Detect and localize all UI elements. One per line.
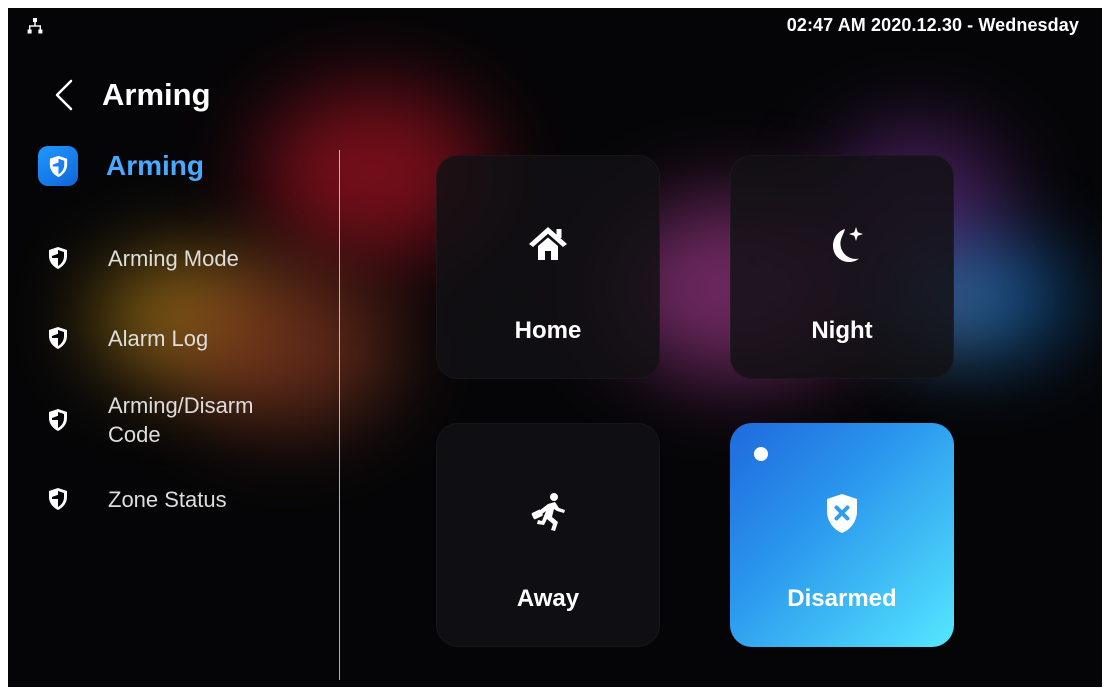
sidebar-item-label: Alarm Log xyxy=(108,325,209,351)
sidebar-item-arming-mode[interactable]: Arming Mode xyxy=(38,238,323,278)
arming-screen: 02:47 AM 2020.12.30 - Wednesday Arming A… xyxy=(8,8,1102,687)
sidebar-item-zone-status[interactable]: Zone Status xyxy=(38,479,323,519)
sidebar-item-arming-disarm-code[interactable]: Arming/Disarm Code xyxy=(38,391,323,449)
mode-home-button[interactable]: Home xyxy=(436,155,660,379)
sidebar-item-arming[interactable]: Arming xyxy=(38,146,323,186)
mode-away-button[interactable]: Away xyxy=(436,423,660,647)
mode-night-button[interactable]: Night xyxy=(730,155,954,379)
chevron-left-icon xyxy=(55,79,73,111)
mode-label: Away xyxy=(516,585,580,612)
sidebar-divider xyxy=(339,150,340,680)
shield-icon xyxy=(38,479,78,519)
moon-star-icon xyxy=(815,218,869,272)
page-title: Arming xyxy=(102,77,211,112)
sidebar-item-label: Zone Status xyxy=(108,486,227,512)
mode-label: Home xyxy=(514,317,582,344)
mode-label: Disarmed xyxy=(787,585,897,612)
shield-icon xyxy=(38,146,78,186)
back-button[interactable] xyxy=(50,78,78,112)
shield-icon xyxy=(38,400,78,440)
network-icon xyxy=(26,17,44,35)
sidebar: Arming Arming Mode Alarm Log Arming/Disa… xyxy=(38,146,323,526)
active-indicator-dot xyxy=(754,447,768,461)
house-icon xyxy=(521,218,575,272)
shield-icon xyxy=(38,318,78,358)
shield-icon xyxy=(38,238,78,278)
mode-label: Night xyxy=(811,317,873,344)
sidebar-item-label: Arming/Disarm Code xyxy=(108,393,254,447)
shield-x-icon xyxy=(815,486,869,540)
status-time-date: 02:47 AM 2020.12.30 - Wednesday xyxy=(786,15,1079,35)
sidebar-item-label: Arming Mode xyxy=(108,245,239,271)
sidebar-item-label: Arming xyxy=(106,150,204,181)
running-person-icon xyxy=(521,486,575,540)
status-bar: 02:47 AM 2020.12.30 - Wednesday xyxy=(8,8,1102,44)
sidebar-item-alarm-log[interactable]: Alarm Log xyxy=(38,318,323,358)
mode-disarmed-button[interactable]: Disarmed xyxy=(730,423,954,647)
